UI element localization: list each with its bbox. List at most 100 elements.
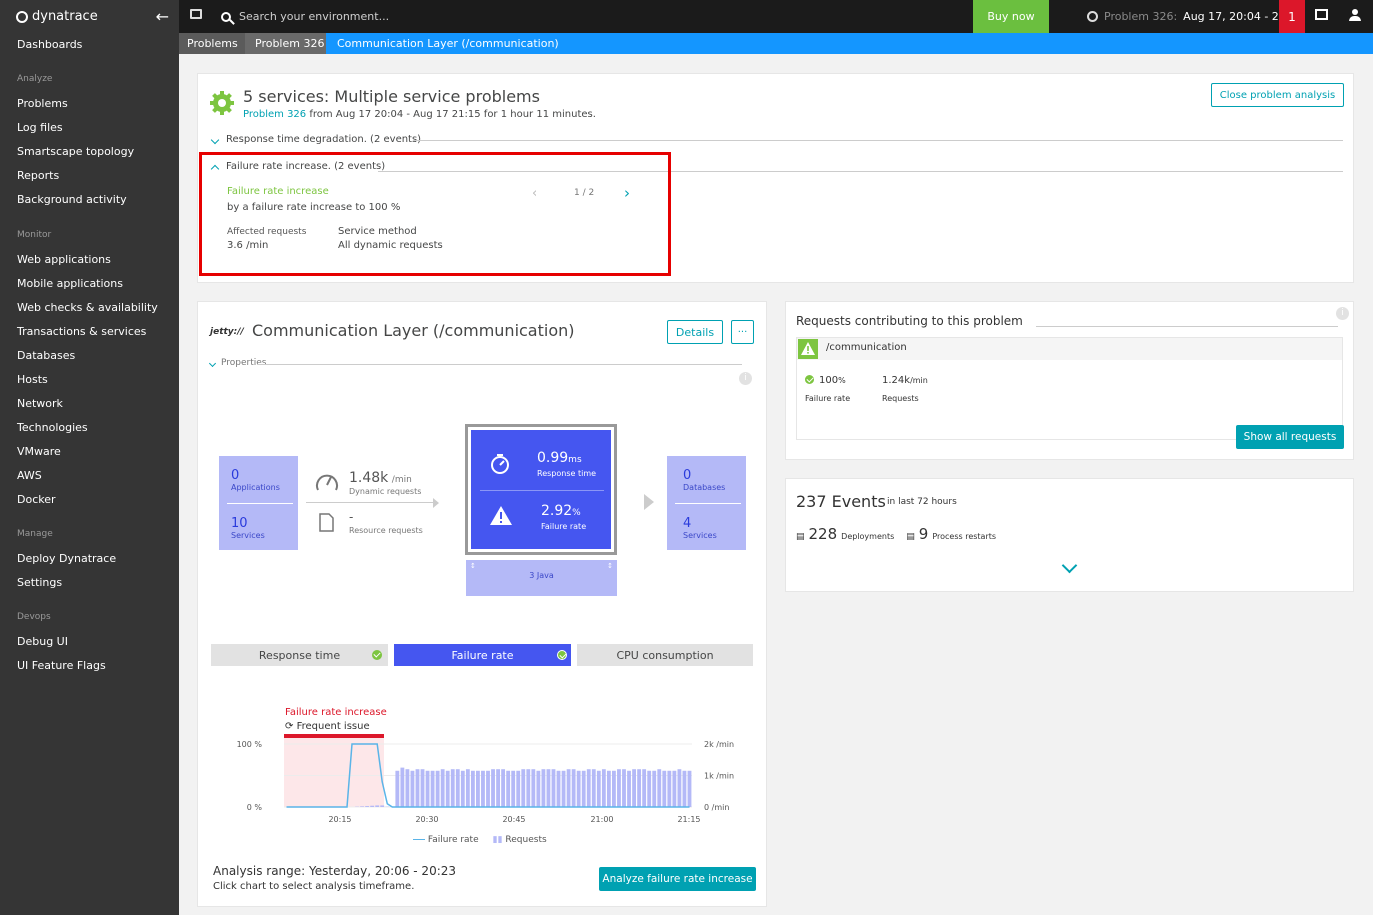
sidebar-item-debug-ui[interactable]: Debug UI [17, 635, 68, 648]
buy-now-button[interactable]: Buy now [973, 0, 1049, 33]
legend-failure-rate[interactable]: Failure rate [413, 835, 479, 845]
divider [413, 140, 1343, 141]
legend-bars-icon: ▮▮ [492, 835, 503, 845]
requests-bar [516, 770, 521, 807]
requests-bar [380, 805, 385, 807]
chevron-down-icon [210, 135, 220, 144]
sidebar: dynatrace ← Dashboards Analyze Problems Lo… [0, 0, 179, 915]
problem-title: 5 services: Multiple service problems [243, 87, 540, 106]
sidebar-item-hosts[interactable]: Hosts [17, 373, 48, 386]
requests-bar [606, 770, 611, 807]
y-right-tick-label: 0 /min [704, 803, 729, 812]
sidebar-item-vmware[interactable]: VMware [17, 445, 61, 458]
legend-requests[interactable]: ▮▮ Requests [493, 835, 547, 845]
sidebar-item-aws[interactable]: AWS [17, 469, 42, 482]
search-box[interactable]: Search your environment... [221, 0, 389, 33]
y-right-tick-label: 1k /min [704, 772, 734, 781]
close-problem-analysis-button[interactable]: Close problem analysis [1211, 83, 1344, 107]
requests-bar [632, 769, 636, 807]
sidebar-item-network[interactable]: Network [17, 397, 63, 410]
requests-bar [541, 769, 546, 807]
requests-bar [662, 770, 667, 807]
requests-bar [440, 769, 445, 807]
chart-legend: Failure rate ▮▮ Requests [413, 835, 547, 845]
sidebar-item-reports[interactable]: Reports [17, 169, 59, 182]
request-failure-rate-label: Failure rate [805, 394, 851, 403]
outgoing-services-label: Services [683, 531, 717, 540]
failure-rate-chart[interactable]: 100 % 0 % 2k /min 1k /min 0 /min 20:15 20:30 20… [198, 732, 768, 852]
more-options-button[interactable]: ··· [731, 320, 754, 344]
breadcrumb: Problems Problem 326 Communication Layer… [179, 33, 1373, 54]
breadcrumb-problems[interactable]: Problems [179, 33, 245, 54]
sidebar-item-ui-feature-flags[interactable]: UI Feature Flags [17, 659, 106, 672]
monitor-icon[interactable] [190, 9, 202, 19]
analysis-range: Analysis range: Yesterday, 20:06 - 20:23 [213, 864, 457, 878]
properties-label: Properties [221, 358, 267, 368]
sidebar-item-docker[interactable]: Docker [17, 493, 56, 506]
expand-events-icon[interactable] [1061, 557, 1078, 574]
problem-link[interactable]: Problem 326 [243, 109, 306, 120]
requests-bar [687, 770, 692, 807]
sidebar-item-mobile-applications[interactable]: Mobile applications [17, 277, 123, 290]
collapse-sidebar-icon[interactable]: ← [156, 7, 169, 26]
details-button[interactable]: Details [667, 320, 723, 344]
requests-card-title: Requests contributing to this problem [796, 314, 1023, 328]
response-time-section-toggle[interactable]: Response time degradation. (2 events) [210, 134, 421, 145]
dynamic-requests-unit: /min [391, 475, 412, 485]
sidebar-item-technologies[interactable]: Technologies [17, 421, 88, 434]
callers-box[interactable]: 0 Applications 10 Services [219, 456, 298, 550]
problem-count-badge[interactable]: 1 [1279, 0, 1305, 33]
service-card: jetty:// Communication Layer (/communica… [197, 301, 767, 907]
events-card: 237 Events in last 72 hours ▤ 228 Deployme… [785, 478, 1354, 592]
process-group-box[interactable]: ↕ ↕ 3 Java [466, 560, 617, 596]
sidebar-item-web-checks-availability[interactable]: Web checks & availability [17, 301, 158, 314]
info-icon[interactable]: i [1336, 307, 1349, 320]
requests-bar [460, 770, 465, 807]
sidebar-item-dashboards[interactable]: Dashboards [17, 38, 82, 51]
sidebar-item-problems[interactable]: Problems [17, 97, 68, 110]
dynatrace-logo[interactable]: dynatrace [0, 0, 179, 33]
properties-toggle[interactable]: Properties [208, 358, 267, 368]
requests-bar [561, 770, 566, 807]
requests-bar [571, 769, 576, 807]
tab-response-time[interactable]: Response time [211, 644, 388, 666]
sidebar-item-log-files[interactable]: Log files [17, 121, 63, 134]
y-left-tick-label: 100 % [237, 740, 263, 749]
request-count-value: 1.24k [882, 375, 911, 386]
problem-label: Problem 326: [1104, 10, 1178, 23]
requests-bar [647, 770, 652, 807]
user-icon[interactable] [1349, 9, 1361, 21]
sidebar-item-databases[interactable]: Databases [17, 349, 75, 362]
sidebar-item-background-activity[interactable]: Background activity [17, 193, 127, 206]
requests-card: Requests contributing to this problem i … [785, 301, 1354, 460]
problem-status[interactable]: Problem 326: Aug 17, 20:04 - 21:15 [1087, 0, 1304, 33]
show-all-requests-button[interactable]: Show all requests [1236, 425, 1344, 449]
requests-bar [612, 770, 616, 807]
request-endpoint[interactable]: /communication [826, 342, 907, 353]
sidebar-item-transactions-services[interactable]: Transactions & services [17, 325, 146, 338]
sidebar-item-deploy-dynatrace[interactable]: Deploy Dynatrace [17, 552, 116, 565]
requests-bar [682, 770, 687, 807]
window-icon[interactable] [1315, 9, 1328, 20]
sidebar-item-web-applications[interactable]: Web applications [17, 253, 111, 266]
requests-bar [450, 769, 455, 807]
divider [258, 364, 742, 365]
breadcrumb-problem-326[interactable]: Problem 326 [245, 33, 326, 54]
info-icon[interactable]: i [739, 372, 752, 385]
requests-bar [581, 770, 586, 807]
requests-bar [445, 770, 450, 807]
search-icon [221, 11, 231, 22]
sidebar-item-settings[interactable]: Settings [17, 576, 62, 589]
requests-bar [405, 769, 410, 807]
callees-box[interactable]: 0 Databases 4 Services [667, 456, 746, 550]
top-bar: Search your environment... Buy now Probl… [179, 0, 1373, 33]
sidebar-item-smartscape-topology[interactable]: Smartscape topology [17, 145, 134, 158]
service-node[interactable]: 0.99ms Response time 2.92% Failure rate [465, 424, 617, 555]
failure-period-marker[interactable] [284, 734, 384, 738]
requests-bar [591, 769, 596, 807]
response-time-label: Response time [537, 469, 597, 478]
tab-failure-rate[interactable]: Failure rate [394, 644, 571, 666]
requests-bar [506, 770, 511, 807]
tab-cpu-consumption[interactable]: CPU consumption [577, 644, 753, 666]
analyze-failure-rate-button[interactable]: Analyze failure rate increase [599, 867, 756, 891]
